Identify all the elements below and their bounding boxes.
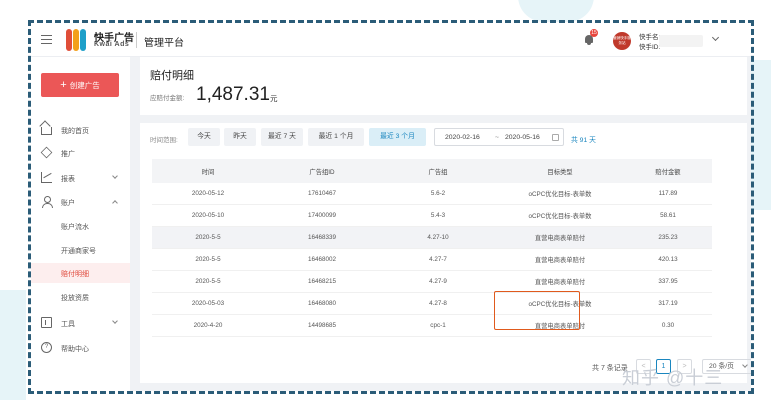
watermark: 知乎 @十三: [622, 368, 724, 388]
dashed-frame: [28, 20, 754, 394]
decor-shape-left: [0, 290, 26, 400]
decor-shape-top: [518, 0, 594, 22]
